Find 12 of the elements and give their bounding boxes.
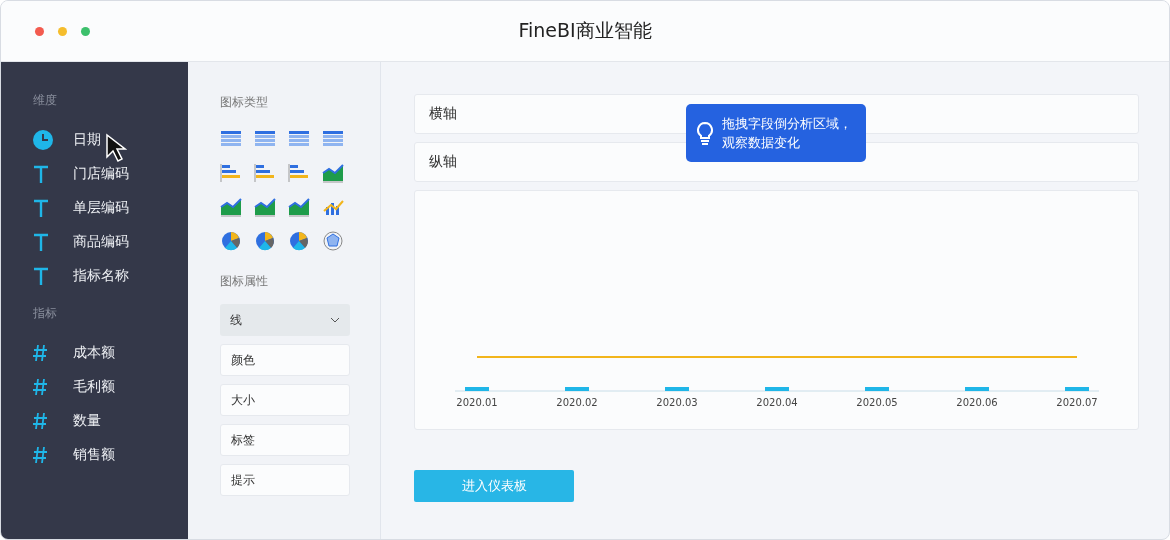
x-axis-label: 2020.04 — [755, 397, 799, 408]
x-axis-label: 2020.05 — [855, 397, 899, 408]
sidebar-heading: 指标 — [33, 305, 58, 322]
sidebar-heading: 维度 — [33, 92, 58, 109]
section-heading: 图标类型 — [220, 94, 269, 111]
x-axis-label: 2020.02 — [555, 397, 599, 408]
x-axis-label: 2020.01 — [455, 397, 499, 408]
section-heading: 图标属性 — [220, 273, 269, 290]
x-axis-label: 2020.06 — [955, 397, 999, 408]
x-axis-label: 2020.03 — [655, 397, 699, 408]
window-title: FineBI商业智能 — [518, 18, 652, 43]
x-axis-label: 2020.07 — [1055, 397, 1099, 408]
